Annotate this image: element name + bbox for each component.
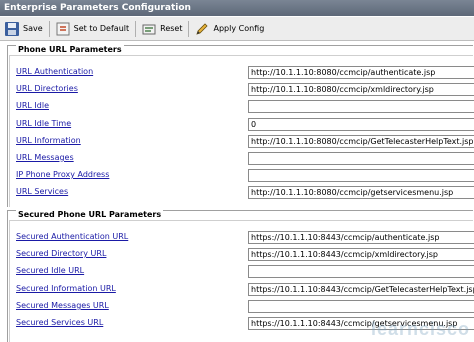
secured-messages-url-input[interactable] [248, 300, 474, 313]
url-services-link[interactable]: URL Services [16, 187, 68, 196]
secured-authentication-url-link[interactable]: Secured Authentication URL [16, 232, 128, 241]
secured-messages-url-link[interactable]: Secured Messages URL [16, 301, 109, 310]
secured-authentication-url-input[interactable] [248, 231, 474, 244]
url-idle-time-input[interactable] [248, 118, 474, 131]
secured-services-url-link[interactable]: Secured Services URL [16, 318, 103, 327]
section-body: URL Authentication URL Directories URL I… [9, 55, 474, 207]
url-idle-time-link[interactable]: URL Idle Time [16, 119, 71, 128]
apply-config-label: Apply Config [213, 24, 265, 33]
watermark-logo: learncisco [370, 319, 470, 339]
secured-idle-url-input[interactable] [248, 265, 474, 278]
toolbar-separator [48, 20, 50, 37]
set-to-default-label: Set to Default [73, 24, 130, 33]
secured-information-url-link[interactable]: Secured Information URL [16, 284, 116, 293]
reset-label: Reset [160, 24, 183, 33]
toolbar: Save Set to Default Reset Apply Config [0, 17, 474, 41]
secured-directory-url-link[interactable]: Secured Directory URL [16, 249, 106, 258]
url-directories-input[interactable] [248, 83, 474, 96]
reset-button[interactable]: Reset [141, 19, 182, 39]
phone-url-parameters-section: Phone URL Parameters URL Authentication … [7, 45, 474, 207]
toolbar-separator [188, 20, 190, 37]
url-authentication-input[interactable] [248, 66, 474, 79]
ip-phone-proxy-address-link[interactable]: IP Phone Proxy Address [16, 170, 109, 179]
secured-directory-url-input[interactable] [248, 248, 474, 261]
reset-icon [142, 24, 156, 34]
url-authentication-link[interactable]: URL Authentication [16, 67, 93, 76]
toolbar-separator [135, 20, 137, 37]
window-title: Enterprise Parameters Configuration [0, 0, 474, 16]
apply-config-button[interactable]: Apply Config [194, 19, 264, 39]
set-default-icon [56, 22, 70, 35]
ip-phone-proxy-address-input[interactable] [248, 169, 474, 182]
url-idle-link[interactable]: URL Idle [16, 101, 49, 110]
url-information-input[interactable] [248, 135, 474, 148]
set-to-default-button[interactable]: Set to Default [55, 19, 129, 39]
secured-idle-url-link[interactable]: Secured Idle URL [16, 266, 84, 275]
floppy-disk-icon [5, 21, 19, 36]
save-button[interactable]: Save [4, 19, 43, 39]
section-title: Secured Phone URL Parameters [16, 210, 164, 219]
section-title: Phone URL Parameters [16, 45, 124, 54]
save-label: Save [23, 24, 43, 33]
url-messages-input[interactable] [248, 152, 474, 165]
url-messages-link[interactable]: URL Messages [16, 153, 74, 162]
url-directories-link[interactable]: URL Directories [16, 84, 78, 93]
pencil-icon [196, 22, 209, 35]
url-services-input[interactable] [248, 186, 474, 199]
secured-information-url-input[interactable] [248, 283, 474, 296]
url-idle-input[interactable] [248, 100, 474, 113]
url-information-link[interactable]: URL Information [16, 136, 81, 145]
